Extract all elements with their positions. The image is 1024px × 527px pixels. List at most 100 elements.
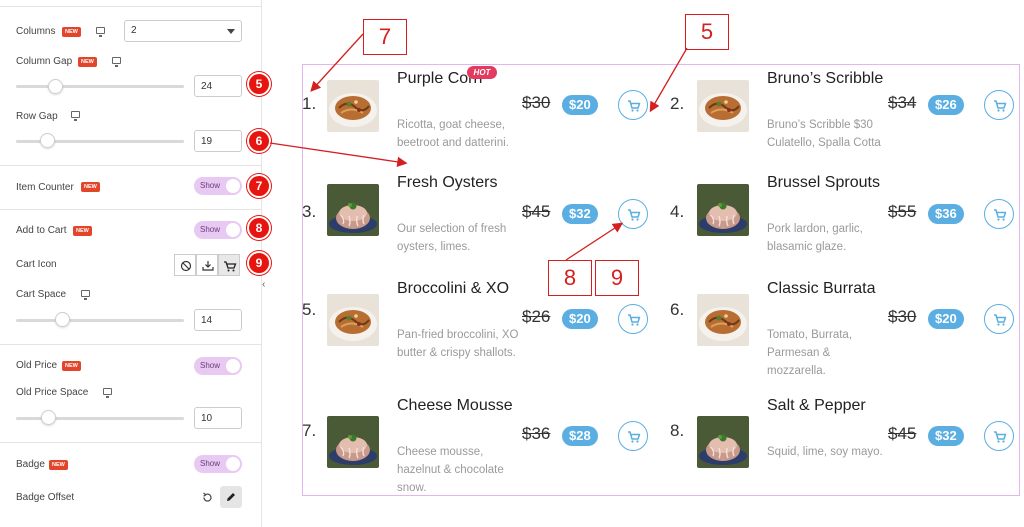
- item-image: [327, 184, 379, 236]
- pasta-dish-image: [327, 294, 379, 346]
- settings-panel: Columns NEW 2 Column Gap NEW 24 5 Row Ga…: [0, 0, 271, 527]
- add-to-cart-button[interactable]: [618, 199, 648, 229]
- add-to-cart-label: Add to Cart: [16, 225, 67, 236]
- cake-dish-image: [697, 416, 749, 468]
- toggle-label: Show: [200, 361, 221, 370]
- new-badge: NEW: [62, 27, 81, 37]
- pasta-dish-image: [697, 294, 749, 346]
- callout-box-9: 9: [595, 260, 639, 296]
- item-image: [327, 416, 379, 468]
- cake-dish-image: [697, 184, 749, 236]
- collapse-panel-icon[interactable]: ‹: [262, 279, 272, 293]
- new-price: $20: [928, 309, 964, 329]
- monitor-icon[interactable]: [112, 57, 121, 67]
- cart-space-input[interactable]: 14: [194, 309, 242, 331]
- divider: [0, 344, 262, 345]
- toggle-knob: [226, 457, 240, 471]
- toggle-knob: [226, 359, 240, 373]
- old-price: $30: [522, 93, 551, 112]
- callout-box-5: 5: [685, 14, 729, 50]
- item-image: [697, 184, 749, 236]
- pencil-icon: [227, 493, 235, 501]
- badge-offset-label: Badge Offset: [16, 492, 75, 503]
- add-to-cart-button[interactable]: [618, 421, 648, 451]
- pasta-dish-image: [697, 80, 749, 132]
- item-description: Pork lardon, garlic, blasamic glaze.: [767, 223, 863, 253]
- add-to-cart-toggle[interactable]: Show: [194, 221, 242, 239]
- none-icon: [180, 260, 192, 272]
- reset-icon[interactable]: [201, 491, 214, 504]
- edit-offset-button[interactable]: [220, 486, 242, 508]
- columns-label: Columns: [16, 26, 56, 37]
- item-title: Cheese Mousse: [397, 397, 513, 414]
- cart-icon-option-download[interactable]: [196, 254, 218, 276]
- add-to-cart-button[interactable]: [618, 90, 648, 120]
- divider: [0, 165, 262, 166]
- hot-badge: HOT: [467, 66, 497, 79]
- badge-toggle[interactable]: Show: [194, 455, 242, 473]
- row-gap-label: Row Gap: [16, 111, 58, 122]
- item-description: Pan-fried broccolini, XO butter & crispy…: [397, 329, 519, 359]
- old-price: $45: [522, 202, 551, 221]
- cart-icon: [994, 209, 1007, 221]
- download-cart-icon: [202, 261, 214, 271]
- old-price-toggle[interactable]: Show: [194, 357, 242, 375]
- item-counter: 6.: [670, 300, 685, 319]
- item-image: [327, 80, 379, 132]
- divider: [0, 6, 262, 7]
- monitor-icon[interactable]: [103, 388, 112, 398]
- add-to-cart-button[interactable]: [984, 90, 1014, 120]
- row-gap-slider-handle[interactable]: [40, 133, 55, 148]
- old-price-space-input[interactable]: 10: [194, 407, 242, 429]
- new-price: $36: [928, 204, 964, 224]
- cart-icon: [628, 209, 641, 221]
- column-gap-input[interactable]: 24: [194, 75, 242, 97]
- columns-select[interactable]: 2: [124, 20, 242, 42]
- item-title: Classic Burrata: [767, 280, 876, 297]
- cart-space-slider-handle[interactable]: [55, 312, 70, 327]
- monitor-icon[interactable]: [81, 290, 90, 300]
- callout-marker-9: 9: [247, 251, 271, 275]
- old-price: $34: [888, 93, 917, 112]
- item-counter-toggle[interactable]: Show: [194, 177, 242, 195]
- cake-dish-image: [327, 184, 379, 236]
- old-price-space-slider-handle[interactable]: [41, 410, 56, 425]
- item-description: Our selection of fresh oysters, limes.: [397, 223, 507, 253]
- toggle-label: Show: [200, 459, 221, 468]
- cart-icon: [628, 100, 641, 112]
- column-gap-slider-handle[interactable]: [48, 79, 63, 94]
- pasta-dish-image: [327, 80, 379, 132]
- item-counter: 5.: [302, 300, 317, 319]
- add-to-cart-button[interactable]: [984, 199, 1014, 229]
- monitor-icon[interactable]: [96, 27, 105, 37]
- cart-icon: [994, 314, 1007, 326]
- item-description: Bruno’s Scribble $30 Culatello, Spalla C…: [767, 119, 881, 149]
- item-image: [697, 80, 749, 132]
- toggle-knob: [226, 223, 240, 237]
- new-price: $26: [928, 95, 964, 115]
- new-badge: NEW: [49, 460, 68, 470]
- callout-marker-8: 8: [247, 216, 271, 240]
- new-price: $28: [562, 426, 598, 446]
- cart-space-slider[interactable]: [16, 319, 184, 322]
- column-gap-slider[interactable]: [16, 85, 184, 88]
- new-price: $32: [928, 426, 964, 446]
- item-title: Salt & Pepper: [767, 397, 866, 414]
- old-price-space-label: Old Price Space: [16, 387, 89, 398]
- cart-icon: [628, 314, 641, 326]
- row-gap-input[interactable]: 19: [194, 130, 242, 152]
- item-title: Broccolini & XO: [397, 280, 510, 297]
- callout-box-8: 8: [548, 260, 592, 296]
- cart-icon-option-none[interactable]: [174, 254, 196, 276]
- item-description: Tomato, Burrata, Parmesan & mozzarella.: [767, 329, 853, 377]
- cart-icon: [224, 261, 237, 272]
- cart-icon: [994, 431, 1007, 443]
- old-price: $55: [888, 202, 917, 221]
- add-to-cart-button[interactable]: [984, 421, 1014, 451]
- item-counter-label: Item Counter: [16, 182, 74, 193]
- add-to-cart-button[interactable]: [618, 304, 648, 334]
- add-to-cart-button[interactable]: [984, 304, 1014, 334]
- callout-marker-7: 7: [247, 174, 271, 198]
- cart-icon-option-cart[interactable]: [218, 254, 240, 276]
- monitor-icon[interactable]: [71, 111, 80, 121]
